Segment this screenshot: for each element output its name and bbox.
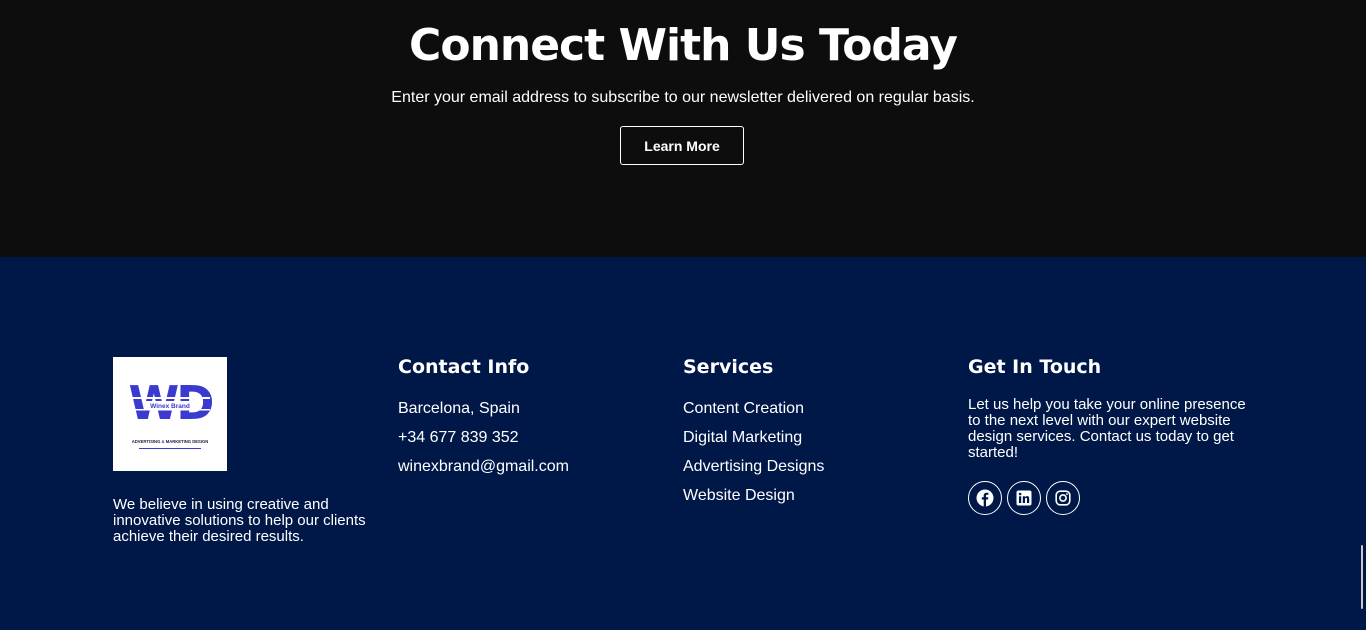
about-text: We believe in using creative and innovat… <box>113 496 366 545</box>
get-in-touch-text: Let us help you take your online presenc… <box>968 396 1246 461</box>
services-title: Services <box>683 356 774 378</box>
contact-email[interactable]: winexbrand@gmail.com <box>398 457 569 486</box>
service-link-advertising-designs[interactable]: Advertising Designs <box>683 457 824 486</box>
services-list: Content Creation Digital Marketing Adver… <box>683 399 824 515</box>
contact-info-title: Contact Info <box>398 356 530 378</box>
newsletter-subtitle: Enter your email address to subscribe to… <box>391 89 975 106</box>
service-link-digital-marketing[interactable]: Digital Marketing <box>683 428 824 457</box>
service-link-website-design[interactable]: Website Design <box>683 486 824 515</box>
linkedin-icon <box>1016 490 1032 506</box>
page-scrollbar[interactable] <box>1361 545 1363 609</box>
instagram-icon <box>1055 490 1071 506</box>
contact-list: Barcelona, Spain +34 677 839 352 winexbr… <box>398 399 569 486</box>
social-links <box>968 481 1080 515</box>
learn-more-button[interactable]: Learn More <box>620 126 744 165</box>
contact-phone[interactable]: +34 677 839 352 <box>398 428 569 457</box>
brand-logo[interactable]: WD Winex Brand ADVERTISING & MARKETING D… <box>113 357 227 471</box>
linkedin-link[interactable] <box>1007 481 1041 515</box>
facebook-link[interactable] <box>968 481 1002 515</box>
get-in-touch-title: Get In Touch <box>968 356 1102 378</box>
newsletter-section: Connect With Us Today Enter your email a… <box>0 0 1366 257</box>
service-link-content-creation[interactable]: Content Creation <box>683 399 824 428</box>
logo-tagline: ADVERTISING & MARKETING DESIGN <box>132 439 209 444</box>
contact-address: Barcelona, Spain <box>398 400 520 417</box>
facebook-icon <box>976 489 994 507</box>
winex-brand-logo-icon: WD Winex Brand ADVERTISING & MARKETING D… <box>129 376 215 449</box>
logo-brand-name: Winex Brand <box>150 403 190 410</box>
instagram-link[interactable] <box>1046 481 1080 515</box>
newsletter-title: Connect With Us Today <box>409 20 958 71</box>
